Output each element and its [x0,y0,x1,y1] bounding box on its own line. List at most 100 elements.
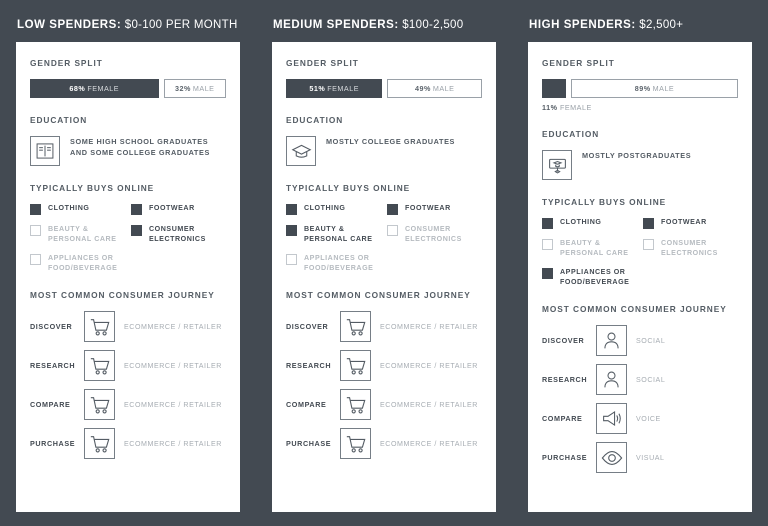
checkbox-icon[interactable] [643,239,654,250]
journey-channel-label: ECOMMERCE / RETAILER [124,400,222,409]
journey-list: DISCOVER SOCIAL RESEARCH SOCIAL COMPARE VOICE… [542,325,738,473]
checkbox-icon[interactable] [286,225,297,236]
buys-online-heading: TYPICALLY BUYS ONLINE [30,183,155,193]
buys-online-list: CLOTHING FOOTWEAR BEAUTY & PERSONAL CARE CO… [542,218,738,287]
education-block: MOSTLY COLLEGE GRADUATES [286,136,482,166]
buy-option[interactable]: APPLIANCES OR FOOD/BEVERAGE [30,254,125,273]
buy-option[interactable]: APPLIANCES OR FOOD/BEVERAGE [286,254,381,273]
shopping-cart-icon [340,389,371,420]
gender-female-segment: 51% FEMALE [286,79,383,98]
checkbox-icon[interactable] [30,254,41,265]
journey-row: PURCHASE VISUAL [542,442,738,473]
journey-channel-label: ECOMMERCE / RETAILER [380,361,478,370]
checkbox-icon[interactable] [286,254,297,265]
spender-column-1: MEDIUM SPENDERS: $100-2,500 GENDER SPLIT 5… [256,0,512,526]
journey-stage-label: RESEARCH [542,375,588,384]
journey-list: DISCOVER ECOMMERCE / RETAILER RESEARCH ECOM… [30,311,226,459]
buys-online-heading: TYPICALLY BUYS ONLINE [542,197,667,207]
journey-stage-label: RESEARCH [286,361,332,370]
buy-option[interactable]: BEAUTY & PERSONAL CARE [542,239,637,258]
buy-option[interactable]: CLOTHING [30,204,125,215]
education-text: MOSTLY POSTGRADUATES [582,151,692,160]
gender-male-label: MALE [432,84,455,93]
gender-female-segment [542,79,566,98]
checkbox-icon[interactable] [542,218,553,229]
buy-option[interactable]: FOOTWEAR [131,204,226,215]
journey-channel-label: ECOMMERCE / RETAILER [380,439,478,448]
education-heading: EDUCATION [30,115,88,125]
journey-channel-label: ECOMMERCE / RETAILER [124,361,222,370]
gender-male-segment: 49% MALE [387,79,482,98]
journey-stage-label: COMPARE [30,400,71,409]
gender-female-label: FEMALE [560,103,592,112]
buy-option[interactable]: CONSUMER ELECTRONICS [387,225,482,244]
buy-option[interactable]: BEAUTY & PERSONAL CARE [286,225,381,244]
buy-option-label: FOOTWEAR [661,218,707,226]
checkbox-icon[interactable] [131,225,142,236]
buy-option[interactable]: BEAUTY & PERSONAL CARE [30,225,125,244]
journey-row: COMPARE ECOMMERCE / RETAILER [286,389,482,420]
column-title: LOW SPENDERS: $0-100 PER MONTH [16,10,240,42]
buy-option[interactable]: FOOTWEAR [387,204,482,215]
checkbox-icon[interactable] [387,204,398,215]
buy-option[interactable]: APPLIANCES OR FOOD/BEVERAGE [542,268,637,287]
journey-heading: MOST COMMON CONSUMER JOURNEY [542,304,727,314]
journey-row: PURCHASE ECOMMERCE / RETAILER [30,428,226,459]
education-text: MOSTLY COLLEGE GRADUATES [326,137,455,146]
buy-option-label: CLOTHING [48,204,90,212]
open-book-icon [30,136,60,166]
gender-split-heading: GENDER SPLIT [542,58,615,68]
checkbox-icon[interactable] [387,225,398,236]
gender-female-caption: 11% FEMALE [542,103,738,112]
buys-online-heading: TYPICALLY BUYS ONLINE [286,183,411,193]
megaphone-icon [596,403,627,434]
journey-row: DISCOVER SOCIAL [542,325,738,356]
buy-option-label: CONSUMER ELECTRONICS [405,225,462,243]
buy-option[interactable]: CONSUMER ELECTRONICS [131,225,226,244]
checkbox-icon[interactable] [643,218,654,229]
buy-option-label: APPLIANCES OR FOOD/BEVERAGE [560,268,630,286]
gender-split-heading: GENDER SPLIT [286,58,359,68]
checkbox-icon[interactable] [286,204,297,215]
checkbox-icon[interactable] [30,204,41,215]
buy-option-label: BEAUTY & PERSONAL CARE [48,225,117,243]
buy-option[interactable]: CONSUMER ELECTRONICS [643,239,738,258]
journey-stage-label: PURCHASE [30,439,76,448]
shopping-cart-icon [84,428,115,459]
column-title: MEDIUM SPENDERS: $100-2,500 [272,10,496,42]
journey-channel-label: VOICE [636,414,661,423]
column-title-amount: $0-100 PER MONTH [121,19,238,31]
shopping-cart-icon [340,311,371,342]
spender-profiles-board: LOW SPENDERS: $0-100 PER MONTH GENDER SPL… [0,0,768,526]
gender-male-pct: 32% [175,84,191,93]
buys-online-list: CLOTHING FOOTWEAR BEAUTY & PERSONAL CARE CO… [286,204,482,273]
journey-stage-label: DISCOVER [286,322,329,331]
gender-split-bar: 68% FEMALE 32% MALE [30,79,226,98]
checkbox-icon[interactable] [542,239,553,250]
gender-split-bar: 51% FEMALE 49% MALE [286,79,482,98]
checkbox-icon[interactable] [542,268,553,279]
column-title-label: LOW SPENDERS: [17,19,122,31]
journey-row: COMPARE ECOMMERCE / RETAILER [30,389,226,420]
checkbox-icon[interactable] [131,204,142,215]
journey-row: RESEARCH SOCIAL [542,364,738,395]
education-block: MOSTLY POSTGRADUATES [542,150,738,180]
gender-female-label: FEMALE [327,84,360,93]
gender-male-label: MALE [192,84,215,93]
journey-row: DISCOVER ECOMMERCE / RETAILER [286,311,482,342]
gender-female-pct: 11% [542,103,558,112]
buy-option-label: FOOTWEAR [405,204,451,212]
journey-channel-label: VISUAL [636,453,665,462]
buy-option[interactable]: CLOTHING [286,204,381,215]
person-icon [596,325,627,356]
shopping-cart-icon [84,389,115,420]
gender-male-label: MALE [652,84,675,93]
buy-option-label: CONSUMER ELECTRONICS [149,225,206,243]
column-title: HIGH SPENDERS: $2,500+ [528,10,752,42]
shopping-cart-icon [340,428,371,459]
shopping-cart-icon [84,311,115,342]
buy-option[interactable]: CLOTHING [542,218,637,229]
buy-option-label: CLOTHING [304,204,346,212]
checkbox-icon[interactable] [30,225,41,236]
buy-option[interactable]: FOOTWEAR [643,218,738,229]
